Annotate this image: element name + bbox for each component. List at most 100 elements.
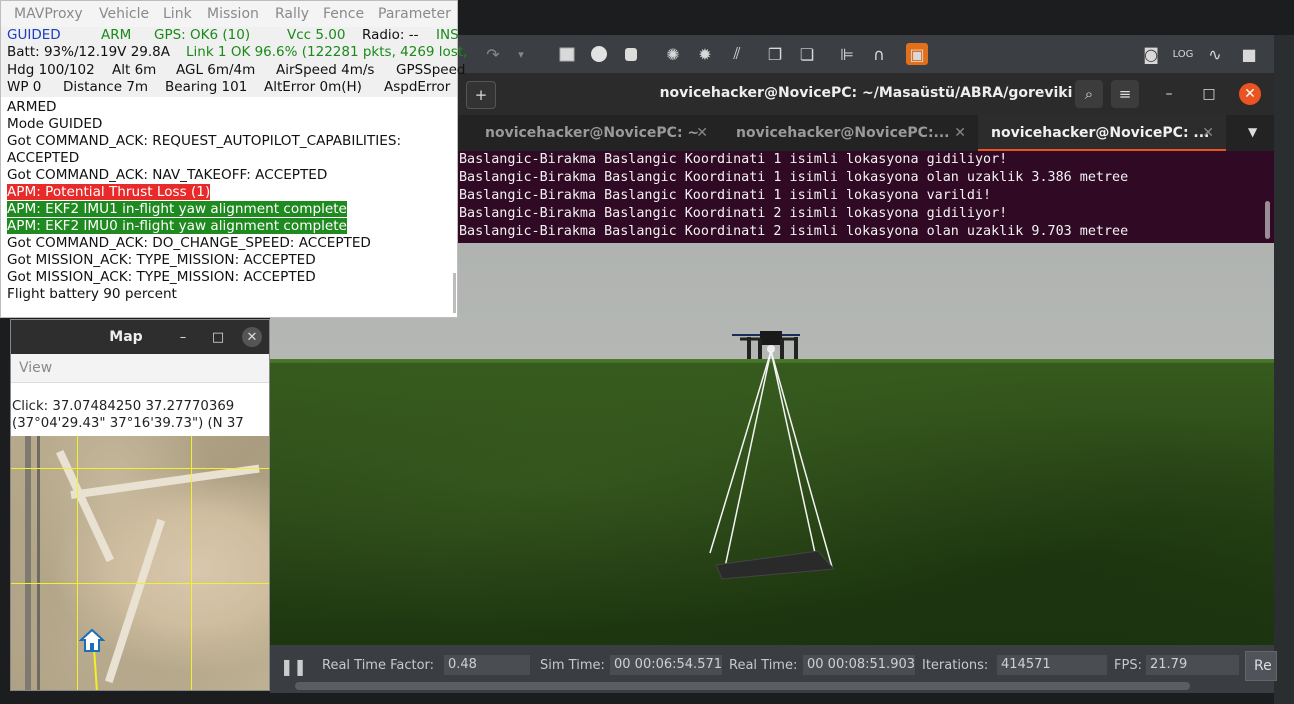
grid-line (11, 583, 269, 584)
search-icon[interactable]: ⌕ (1075, 80, 1103, 108)
gazebo-toolbar: ↷ ▾ ✺ ✹ ⫽ ❐ ❏ ⊫ ∩ ▣ ◙ LOG ∿ ■ (458, 35, 1274, 74)
log-line: Got COMMAND_ACK: NAV_TAKEOFF: ACCEPTED (7, 167, 328, 183)
log-line: Got COMMAND_ACK: REQUEST_AUTOPILOT_CAPAB… (7, 133, 402, 149)
menu-link[interactable]: Link (163, 6, 192, 22)
map-window: Map – □ ✕ View Click: 37.07484250 37.277… (10, 319, 270, 691)
minimize-icon[interactable]: – (1158, 83, 1180, 105)
log-line-info: APM: EKF2 IMU0 in-flight yaw alignment c… (7, 218, 347, 234)
iterations-label: Iterations: (922, 658, 989, 673)
screenshot-icon[interactable]: ◙ (1140, 43, 1162, 65)
snap-icon[interactable]: ∩ (868, 43, 890, 65)
hamburger-menu-icon[interactable]: ≡ (1111, 80, 1139, 108)
fps-value: 21.79 (1146, 655, 1239, 675)
mavproxy-console: MAVProxy Vehicle Link Mission Rally Fenc… (0, 0, 467, 318)
pause-icon[interactable]: ❚❚ (280, 657, 307, 676)
log-line: Mode GUIDED (7, 116, 103, 132)
cylinder-shape-icon[interactable] (620, 43, 642, 65)
terminal-line: Baslangic-Birakma Baslangic Koordinati 1… (459, 170, 1129, 185)
real-time-label: Real Time: (729, 658, 798, 673)
fps-label: FPS: (1114, 658, 1142, 673)
status-ins: INS (436, 27, 459, 43)
map-menubar: View (11, 354, 269, 383)
sim-time-label: Sim Time: (540, 658, 605, 673)
minimize-icon[interactable]: – (173, 327, 193, 347)
map-click-coords: Click: 37.07484250 37.27770369 (12, 399, 235, 414)
plot-icon[interactable]: ∿ (1204, 43, 1226, 65)
spot-light-icon[interactable]: ✹ (694, 43, 716, 65)
terminal-line: Baslangic-Birakma Baslangic Koordinati 1… (459, 188, 992, 203)
maximize-icon[interactable]: □ (208, 327, 228, 347)
drone-model (732, 331, 800, 359)
terminal-scrollbar[interactable] (1265, 201, 1270, 239)
status-gpsspeed: GPSSpeed (396, 62, 466, 78)
sphere-shape-icon[interactable] (588, 43, 610, 65)
point-light-icon[interactable]: ✺ (662, 43, 684, 65)
map-road (37, 436, 40, 690)
log-line: Flight battery 90 percent (7, 286, 177, 302)
terminal-tab-3[interactable]: novicehacker@NovicePC: ... ✕ (978, 115, 1226, 151)
redo-icon[interactable]: ↷ (482, 43, 504, 65)
terminal-tab-1[interactable]: novicehacker@NovicePC: ~ ✕ (458, 115, 720, 151)
real-time-factor-label: Real Time Factor: (322, 658, 435, 673)
satellite-map[interactable] (11, 436, 269, 690)
map-title: Map (109, 329, 143, 345)
real-time-value: 00 00:08:51.903 (803, 655, 915, 675)
status-gps: GPS: OK6 (10) (154, 27, 251, 43)
menu-fence[interactable]: Fence (323, 6, 364, 22)
status-mode: GUIDED (7, 27, 61, 43)
directional-light-icon[interactable]: ⫽ (726, 43, 748, 65)
menu-parameter[interactable]: Parameter (378, 6, 451, 22)
paste-icon[interactable]: ❏ (796, 43, 818, 65)
sensor-rays (709, 350, 833, 568)
terminal-tab-2[interactable]: novicehacker@NovicePC:... ✕ (720, 115, 978, 151)
view-angle-icon[interactable]: ▣ (906, 43, 928, 65)
status-airspeed: AirSpeed 4m/s (276, 62, 375, 78)
log-line-info: APM: EKF2 IMU1 in-flight yaw alignment c… (7, 201, 347, 217)
close-icon[interactable]: ✕ (1239, 83, 1261, 105)
log-line: ACCEPTED (7, 150, 80, 166)
terminal-title: novicehacker@NovicePC: ~/Masaüstü/ABRA/g… (659, 85, 1073, 101)
log-scrollbar[interactable] (453, 273, 456, 313)
grid-line (11, 468, 269, 469)
status-alterror: AltError 0m(H) (264, 79, 362, 95)
menu-view[interactable]: View (19, 360, 52, 376)
horizontal-scrollbar[interactable] (295, 682, 1190, 690)
maximize-icon[interactable]: □ (1198, 83, 1220, 105)
box-shape-icon[interactable] (556, 43, 578, 65)
terminal-output[interactable]: Baslangic-Birakma Baslangic Koordinati 1… (458, 151, 1267, 243)
home-icon[interactable] (79, 628, 105, 654)
status-bearing: Bearing 101 (165, 79, 248, 95)
menu-mission[interactable]: Mission (207, 6, 259, 22)
video-record-icon[interactable]: ■ (1238, 43, 1260, 65)
close-icon[interactable]: ✕ (242, 327, 262, 347)
terminal-tabs: novicehacker@NovicePC: ~ ✕ novicehacker@N… (458, 115, 1274, 151)
map-click-dms: (37°04'29.43" 37°16'39.73") (N 37 (12, 416, 244, 431)
tabs-dropdown-icon[interactable]: ▼ (1248, 125, 1257, 139)
mavproxy-message-log[interactable]: ARMED Mode GUIDED Got COMMAND_ACK: REQUE… (1, 97, 449, 317)
tab-label: novicehacker@NovicePC: ... (991, 125, 1210, 141)
align-icon[interactable]: ⊫ (836, 43, 858, 65)
log-line: Got MISSION_ACK: TYPE_MISSION: ACCEPTED (7, 269, 316, 285)
status-vcc: Vcc 5.00 (287, 27, 346, 43)
status-arm: ARM (101, 27, 132, 43)
terminal-line: Baslangic-Birakma Baslangic Koordinati 2… (459, 206, 1008, 221)
menu-mavproxy[interactable]: MAVProxy (14, 6, 83, 22)
grid-line (77, 436, 78, 690)
menu-vehicle[interactable]: Vehicle (99, 6, 149, 22)
log-icon[interactable]: LOG (1172, 43, 1194, 65)
copy-icon[interactable]: ❐ (764, 43, 786, 65)
log-line: ARMED (7, 99, 57, 115)
status-distance: Distance 7m (63, 79, 149, 95)
tab-close-icon[interactable]: ✕ (954, 115, 966, 151)
tab-close-icon[interactable]: ✕ (1202, 115, 1214, 149)
tab-close-icon[interactable]: ✕ (696, 115, 708, 151)
status-radio: Radio: -- (362, 27, 419, 43)
redo-dropdown-icon[interactable]: ▾ (510, 43, 532, 65)
reset-button[interactable]: Re (1245, 651, 1277, 681)
terminal-titlebar: + novicehacker@NovicePC: ~/Masaüstü/ABRA… (458, 73, 1274, 115)
status-link: Link 1 OK 96.6% (122281 pkts, 4269 lost, (186, 44, 468, 60)
tab-label: novicehacker@NovicePC: ~ (485, 125, 700, 141)
menu-rally[interactable]: Rally (275, 6, 309, 22)
real-time-factor-value: 0.48 (444, 655, 530, 675)
map-road (25, 436, 31, 690)
